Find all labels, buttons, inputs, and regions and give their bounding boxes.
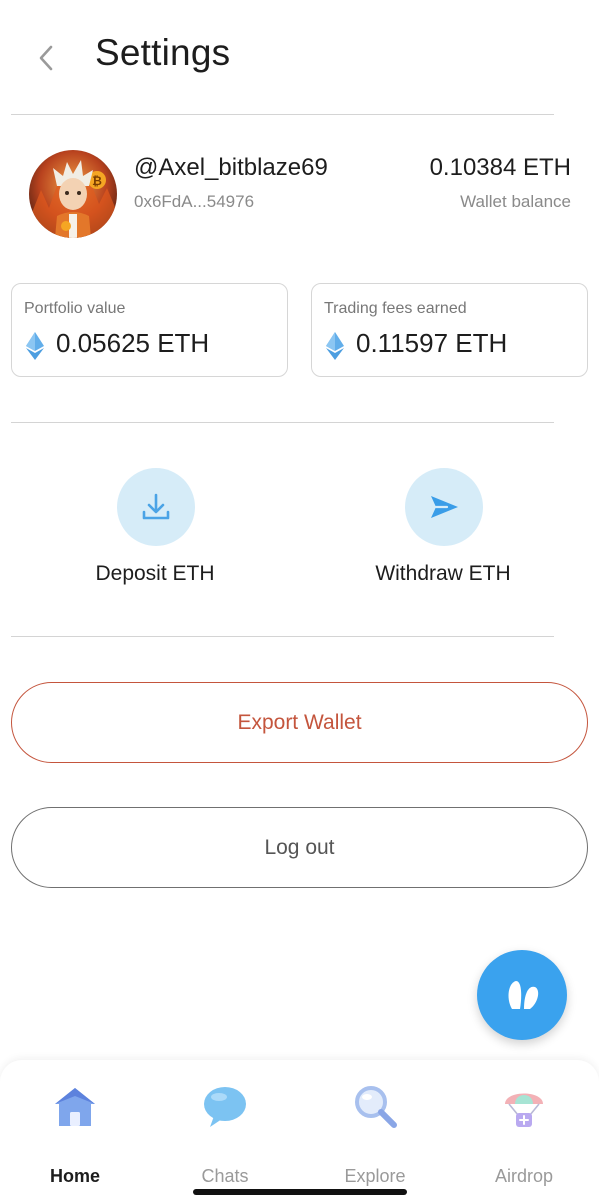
portfolio-value-card: Portfolio value 0.05625 ETH (11, 283, 288, 377)
ethereum-icon (26, 332, 44, 360)
avatar[interactable]: ₿ (29, 150, 117, 238)
magnifier-icon (355, 1086, 397, 1128)
tab-label: Home (49, 1166, 100, 1186)
home-indicator (193, 1189, 407, 1195)
deposit-eth-button[interactable]: Deposit ETH (55, 468, 255, 598)
download-icon (142, 493, 170, 520)
header: Settings (0, 0, 599, 114)
svg-text:₿: ₿ (92, 174, 102, 188)
wallet-balance-label: Wallet balance (460, 192, 571, 211)
card-value: 0.11597 ETH (356, 328, 508, 358)
deposit-label: Deposit ETH (95, 562, 215, 585)
send-icon (431, 496, 458, 518)
tab-label: Airdrop (494, 1166, 554, 1186)
tab-explore[interactable]: Explore (300, 1078, 450, 1186)
withdraw-label: Withdraw ETH (375, 562, 511, 585)
tab-chats[interactable]: Chats (150, 1078, 300, 1186)
divider (11, 114, 554, 115)
wallet-balance-value: 0.10384 ETH (429, 154, 571, 181)
card-label: Trading fees earned (324, 300, 467, 317)
wallet-address[interactable]: 0x6FdA...54976 (134, 192, 254, 212)
username: @Axel_bitblaze69 (134, 154, 328, 181)
withdraw-eth-button[interactable]: Withdraw ETH (343, 468, 543, 598)
trading-fees-card: Trading fees earned 0.11597 ETH (311, 283, 588, 377)
bunny-ears-icon (508, 981, 539, 1009)
bottom-tab-bar: Home Chats Explore Airdrop (0, 1060, 599, 1200)
chevron-left-icon (39, 45, 53, 71)
home-icon (55, 1088, 95, 1126)
chat-assistant-fab[interactable] (477, 950, 567, 1040)
divider (11, 422, 554, 423)
tab-home[interactable]: Home (0, 1078, 150, 1186)
export-wallet-button[interactable]: Export Wallet (11, 682, 588, 763)
tab-airdrop[interactable]: Airdrop (449, 1078, 599, 1186)
logout-button[interactable]: Log out (11, 807, 588, 888)
tab-label: Chats (201, 1166, 249, 1186)
withdraw-circle (405, 468, 483, 546)
card-label: Portfolio value (24, 300, 126, 317)
card-value: 0.05625 ETH (56, 328, 210, 358)
page-title: Settings (95, 32, 231, 73)
parachute-icon (505, 1093, 543, 1127)
divider (11, 636, 554, 637)
tab-label: Explore (344, 1166, 406, 1186)
back-button[interactable] (30, 40, 62, 76)
profile-section: ₿ @Axel_bitblaze69 0x6FdA...54976 0.1038… (0, 140, 599, 250)
deposit-circle (117, 468, 195, 546)
chat-bubble-icon (204, 1087, 246, 1127)
ethereum-icon (326, 332, 344, 360)
